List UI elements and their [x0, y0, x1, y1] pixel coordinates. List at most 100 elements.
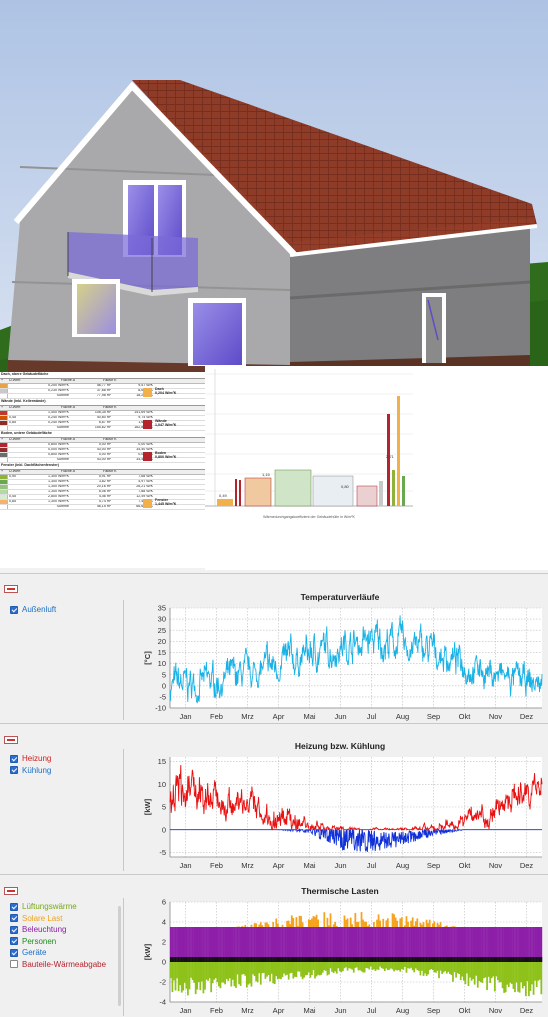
bar-beleuchtung — [509, 927, 512, 962]
bar-personen — [216, 957, 219, 962]
bar-beleuchtung — [266, 927, 268, 962]
u-table-column-header: Fläche A — [61, 470, 75, 474]
x-tick-label: Aug — [396, 712, 409, 721]
bar-beleuchtung — [416, 927, 419, 962]
checkbox-kuehlung[interactable] — [10, 766, 18, 775]
bar-personen — [480, 957, 482, 962]
checkbox-personen[interactable] — [10, 937, 18, 946]
u-table-cell — [8, 458, 18, 462]
bar-solare-last — [377, 914, 380, 927]
bar-beleuchtung — [356, 927, 358, 962]
bar-personen — [444, 957, 447, 962]
legend-item-geraete[interactable]: Geräte — [10, 947, 106, 959]
x-tick-label: Mrz — [241, 861, 254, 870]
legend-item-bauteile-waermeabgabe[interactable]: Bauteile-Wärmeabgabe — [10, 959, 106, 971]
bar-beleuchtung — [500, 927, 502, 962]
bar-lueftungswaerme — [380, 962, 383, 969]
u-bar-kellerwand — [312, 475, 354, 507]
bar-beleuchtung — [538, 927, 541, 962]
bar-personen — [301, 957, 304, 962]
bar-personen — [211, 957, 214, 962]
bar-personen — [493, 957, 496, 962]
bar-lueftungswaerme — [244, 962, 247, 976]
bar-personen — [498, 957, 501, 962]
bar-beleuchtung — [408, 927, 411, 962]
bar-lueftungswaerme — [520, 962, 523, 983]
bar-personen — [320, 957, 323, 962]
bar-personen — [540, 957, 543, 962]
bar-solare-last — [365, 921, 368, 927]
checkbox-aussenluft[interactable] — [10, 605, 18, 614]
bar-beleuchtung — [224, 927, 226, 962]
bar-solare-last — [307, 919, 310, 927]
x-tick-label: Jun — [334, 1006, 346, 1015]
legend-item-kuehlung[interactable]: Kühlung — [10, 765, 51, 777]
legend-item-personen[interactable]: Personen — [10, 936, 106, 948]
bar-personen — [466, 957, 468, 962]
bar-lueftungswaerme — [208, 962, 211, 979]
bar-personen — [484, 957, 487, 962]
bar-lueftungswaerme — [371, 962, 374, 970]
bar-personen — [258, 957, 261, 962]
bar-personen — [538, 957, 541, 962]
bar-lueftungswaerme — [365, 962, 368, 968]
bar-lueftungswaerme — [492, 962, 495, 977]
legend-label-solare-last: Solare Last — [22, 913, 63, 923]
bar-beleuchtung — [481, 927, 484, 962]
checkbox-bauteile-waermeabgabe[interactable] — [10, 960, 18, 969]
bar-personen — [396, 957, 399, 962]
chart-thermal-loads[interactable]: -4 -2 0 2 4 6 Jan Feb Mrz Apr Mai Jun Jul Aug Sep Okt No… — [128, 898, 548, 1017]
legend-item-heizung[interactable]: Heizung — [10, 753, 51, 765]
bar-beleuchtung — [318, 927, 321, 962]
bar-personen — [483, 957, 485, 962]
bar-personen — [349, 957, 352, 962]
legend-item-aussenluft[interactable]: Außenluft — [10, 604, 56, 616]
bar-beleuchtung — [233, 927, 236, 962]
bar-lueftungswaerme — [514, 962, 516, 993]
collapse-button[interactable] — [4, 736, 18, 744]
bar-lueftungswaerme — [266, 962, 268, 977]
bar-lueftungswaerme — [452, 962, 454, 982]
bar-lueftungswaerme — [428, 962, 431, 970]
checkbox-heizung[interactable] — [10, 754, 18, 763]
u-table-color-swatch — [0, 384, 8, 388]
legend-item-lueftungswaerme[interactable]: Lüftungswärme — [10, 901, 106, 913]
bar-beleuchtung — [342, 927, 344, 962]
y-tick-label: 2 — [162, 938, 166, 947]
bar-lueftungswaerme — [177, 962, 180, 992]
bar-lueftungswaerme — [441, 962, 443, 974]
checkbox-geraete[interactable] — [10, 948, 18, 957]
y-tick-label: -4 — [159, 998, 166, 1007]
bar-personen — [383, 957, 386, 962]
bar-lueftungswaerme — [506, 962, 509, 985]
bar-solare-last — [362, 919, 364, 927]
legend-item-beleuchtung[interactable]: Beleuchtung — [10, 924, 106, 936]
bar-beleuchtung — [295, 927, 298, 962]
u-table-color-swatch — [0, 416, 8, 420]
chart-temperature[interactable]: -10 -5 0 5 10 15 20 25 30 35 Jan Feb Mrz Apr Mai Jun Jul… — [128, 604, 548, 724]
chart-heating-cooling[interactable]: -5 0 5 10 15 Jan Feb Mrz Apr Mai Jun Jul Aug Sep Okt No… — [128, 753, 548, 873]
y-tick-label: 0 — [162, 958, 166, 967]
collapse-button[interactable] — [4, 887, 18, 895]
legend-item-solare-last[interactable]: Solare Last — [10, 913, 106, 925]
x-tick-label: Apr — [273, 1006, 285, 1015]
checkbox-beleuchtung[interactable] — [10, 925, 18, 934]
u-table-color-swatch — [0, 505, 8, 509]
bar-beleuchtung — [506, 927, 509, 962]
bar-lueftungswaerme — [235, 962, 237, 988]
bar-solare-last — [244, 924, 247, 927]
bar-beleuchtung — [497, 927, 499, 962]
bar-personen — [346, 957, 349, 962]
u-bar-fenster-6 — [402, 476, 405, 506]
bar-beleuchtung — [348, 927, 350, 962]
bar-lueftungswaerme — [413, 962, 416, 973]
u-table-cell — [8, 394, 18, 398]
bar-solare-last — [453, 926, 456, 927]
checkbox-lueftungswaerme[interactable] — [10, 902, 18, 911]
bar-personen — [507, 957, 510, 962]
checkbox-solare-last[interactable] — [10, 914, 18, 923]
legend-scrollbar[interactable] — [118, 906, 121, 1006]
u-table-block: Boden, untere Gebäudefläche + U-Wert Fläche… — [0, 431, 205, 463]
bar-lueftungswaerme — [256, 962, 259, 983]
collapse-button[interactable] — [4, 585, 18, 593]
